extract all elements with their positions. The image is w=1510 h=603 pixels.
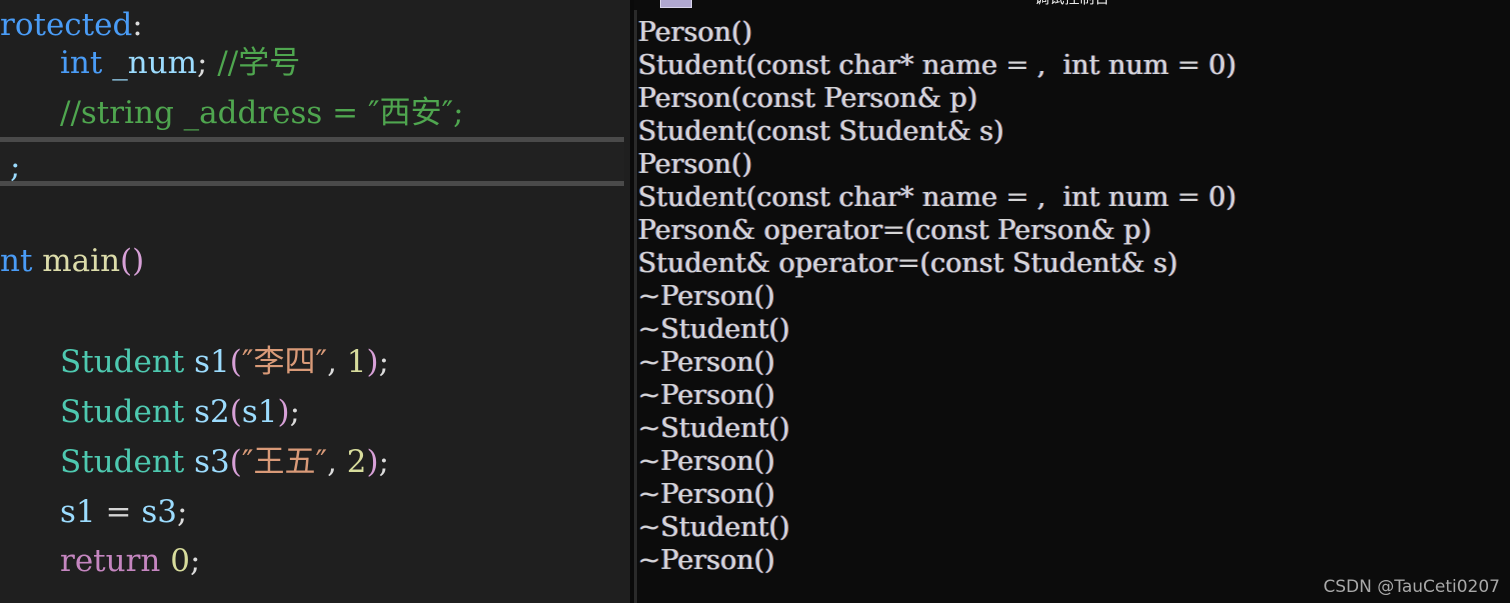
code-token: ; bbox=[197, 45, 218, 81]
console-line: ~Person() bbox=[638, 380, 776, 411]
code-token: s1 bbox=[241, 394, 278, 430]
console-title-label: 调试控制台 bbox=[634, 0, 1510, 8]
code-token: ; bbox=[176, 494, 188, 530]
code-token: int bbox=[60, 45, 113, 81]
code-editor-panel[interactable]: rotected: int _num; //学号//string _address… bbox=[0, 0, 630, 603]
code-token: //string _address = ″西安″; bbox=[60, 95, 464, 131]
code-line-content: Student s2(s1); bbox=[0, 394, 300, 430]
debug-console-panel: 调试控制台 Person()Student(const char* name =… bbox=[634, 0, 1510, 603]
screenshot-root: rotected: int _num; //学号//string _address… bbox=[0, 0, 1510, 603]
console-line: ~Person() bbox=[638, 347, 776, 378]
code-token: s3 bbox=[194, 444, 230, 480]
code-token: _num bbox=[112, 45, 198, 81]
code-token: s1 bbox=[194, 344, 230, 380]
code-token: ; bbox=[378, 444, 390, 480]
code-token: ; bbox=[189, 543, 201, 579]
console-title-bar[interactable]: 调试控制台 bbox=[634, 0, 1510, 10]
code-line-content: Student s1(″李四″, 1); bbox=[0, 344, 389, 380]
console-line: Student(const char* name = , int num = 0… bbox=[638, 182, 1237, 213]
code-token: , bbox=[327, 344, 347, 380]
code-line-content: s1 = s3; bbox=[0, 494, 187, 530]
code-line[interactable]: nt main() bbox=[0, 236, 630, 286]
code-line[interactable]: ; bbox=[0, 142, 630, 192]
code-line[interactable]: Student s3(″王五″, 2); bbox=[0, 437, 630, 487]
console-line: ~Person() bbox=[638, 479, 776, 510]
code-token: ″王五″ bbox=[241, 444, 328, 480]
code-line[interactable]: Student s2(s1); bbox=[0, 387, 630, 437]
code-line[interactable]: int _num; //学号 bbox=[0, 38, 630, 88]
code-text-area[interactable]: rotected: int _num; //学号//string _address… bbox=[0, 0, 630, 603]
code-line-content: ; bbox=[0, 149, 20, 185]
console-line: Person() bbox=[638, 149, 753, 180]
console-output: Person() Student(const char* name = , int… bbox=[634, 10, 1510, 603]
code-line-content: //string _address = ″西安″; bbox=[0, 95, 464, 131]
code-token: 1 bbox=[346, 344, 367, 380]
code-token: ; bbox=[378, 344, 390, 380]
code-token: Student bbox=[60, 394, 195, 430]
watermark-label: CSDN @TauCeti0207 bbox=[1323, 577, 1500, 597]
code-token: main bbox=[42, 243, 121, 279]
code-token: s2 bbox=[194, 394, 230, 430]
code-token: = bbox=[105, 494, 142, 530]
code-line[interactable]: Student s1(″李四″, 1); bbox=[0, 337, 630, 387]
code-token: ( bbox=[229, 344, 242, 380]
code-token: Student bbox=[60, 444, 195, 480]
code-token: Student bbox=[60, 344, 195, 380]
console-line: ~Person() bbox=[638, 545, 776, 576]
console-line: Student(const Student& s) bbox=[638, 116, 1005, 147]
code-token: s1 bbox=[60, 494, 106, 530]
console-line: ~Person() bbox=[638, 446, 776, 477]
code-line[interactable]: return 0; bbox=[0, 536, 630, 586]
console-line: ~Student() bbox=[638, 413, 790, 444]
code-line-content: return 0; bbox=[0, 543, 200, 579]
code-token: ( bbox=[229, 394, 242, 430]
code-token: ( bbox=[229, 444, 242, 480]
console-line: Person() bbox=[638, 17, 753, 48]
code-token: ; bbox=[289, 394, 301, 430]
code-token: ) bbox=[366, 344, 379, 380]
code-token: s3 bbox=[141, 494, 177, 530]
code-token: ) bbox=[277, 394, 290, 430]
code-token: 2 bbox=[346, 444, 367, 480]
code-token: ; bbox=[10, 149, 21, 185]
console-line: ~Student() bbox=[638, 512, 790, 543]
code-token: //学号 bbox=[217, 45, 301, 81]
code-line-content: int _num; //学号 bbox=[0, 45, 300, 81]
code-token: 0 bbox=[170, 543, 190, 579]
console-line: ~Student() bbox=[638, 314, 790, 345]
console-line: Person& operator=(const Person& p) bbox=[638, 215, 1152, 246]
console-line: Student(const char* name = , int num = 0… bbox=[638, 50, 1237, 81]
code-token: ) bbox=[366, 444, 379, 480]
console-line: Person(const Person& p) bbox=[638, 83, 978, 114]
code-line[interactable]: //string _address = ″西安″; bbox=[0, 88, 630, 138]
code-token: return bbox=[60, 543, 171, 579]
code-line[interactable]: s1 = s3; bbox=[0, 487, 630, 537]
code-token: ″李四″ bbox=[241, 344, 328, 380]
code-line-content: Student s3(″王五″, 2); bbox=[0, 444, 389, 480]
code-token: nt bbox=[0, 243, 43, 279]
code-line-content: nt main() bbox=[0, 243, 144, 279]
code-token: , bbox=[327, 444, 347, 480]
code-token: () bbox=[120, 243, 145, 279]
console-line: ~Person() bbox=[638, 281, 776, 312]
console-line: Student& operator=(const Student& s) bbox=[638, 248, 1178, 279]
